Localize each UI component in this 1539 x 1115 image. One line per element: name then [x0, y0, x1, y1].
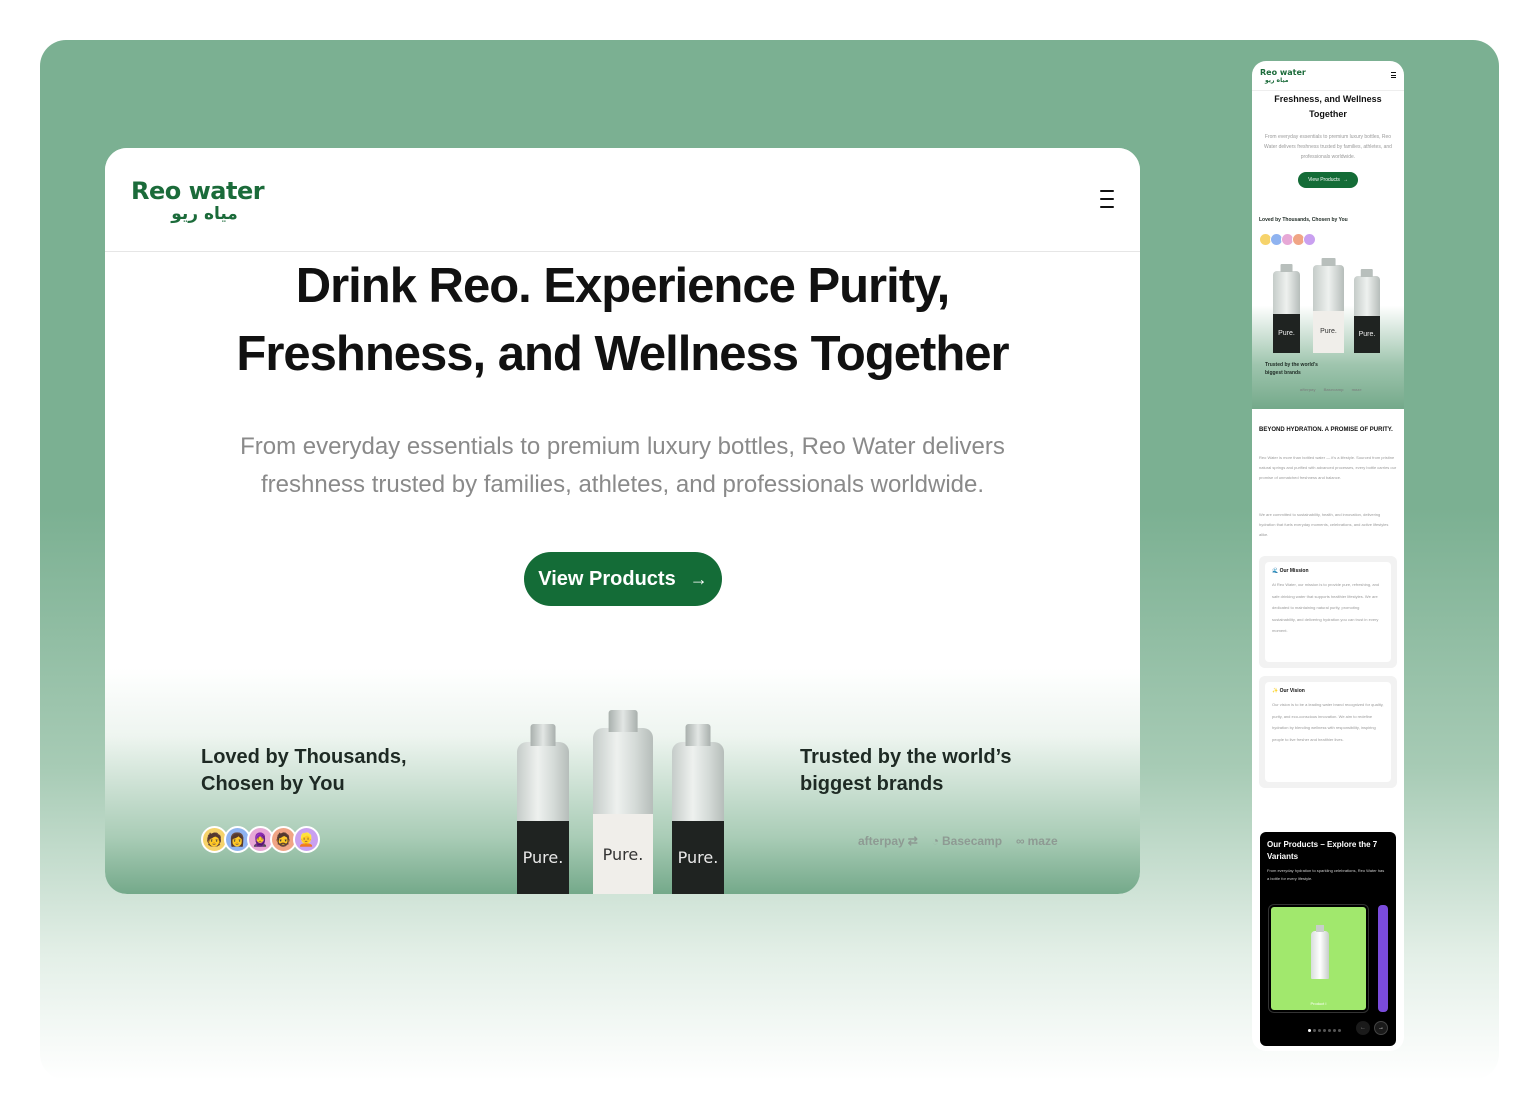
products-subtitle: From everyday hydration to sparkling cel…	[1267, 868, 1385, 881]
hero-title: Drink Reo. Experience Purity, Freshness,…	[105, 252, 1140, 388]
maze-logo: ∞ maze	[1016, 834, 1058, 848]
trusted-heading: Trusted by the world’s biggest brands	[1265, 361, 1318, 377]
bottle-image: Pure.	[517, 724, 569, 894]
hero-subtitle: From everyday essentials to premium luxu…	[105, 428, 1140, 504]
carousel-dot[interactable]	[1308, 1029, 1311, 1032]
bottle-label: Pure.	[1313, 310, 1344, 353]
trusted-line: Trusted by the world’s	[1265, 362, 1318, 368]
bottle-image: Pure.	[593, 710, 653, 894]
mission-title: 🌊 Our Mission	[1272, 568, 1309, 574]
hero-subtitle-line: From everyday essentials to premium luxu…	[240, 433, 1005, 460]
carousel-prev-button[interactable]: ←	[1356, 1021, 1370, 1035]
mobile-hero-title-line: Together	[1309, 109, 1347, 119]
brand-logo[interactable]: Reo water مياه ريو	[131, 177, 265, 224]
mission-body: At Reo Water, our mission is to provide …	[1272, 582, 1380, 633]
customer-avatars	[1259, 233, 1316, 246]
carousel-dot[interactable]	[1328, 1029, 1331, 1032]
avatar: 👱	[293, 826, 320, 853]
bottle-label: Pure.	[672, 821, 724, 894]
view-products-label: View Products	[1308, 177, 1340, 183]
product-card[interactable]: Product I	[1268, 904, 1369, 1013]
carousel-dot[interactable]	[1338, 1029, 1341, 1032]
arrow-right-icon: →	[689, 568, 708, 589]
mobile-hero-subtitle: From everyday essentials to premium luxu…	[1264, 134, 1392, 160]
basecamp-logo: Basecamp	[1323, 387, 1344, 392]
carousel-dot[interactable]	[1318, 1029, 1321, 1032]
mobile-hero-title: Freshness, and Wellness Together	[1252, 92, 1404, 122]
product-bottle-image	[1311, 925, 1329, 979]
hero-subtitle-line: freshness trusted by families, athletes,…	[260, 471, 985, 498]
carousel-dot[interactable]	[1333, 1029, 1336, 1032]
trusted-line: Trusted by the world’s	[800, 746, 1012, 768]
product-card-label: Product I	[1310, 1001, 1327, 1006]
trusted-line: biggest brands	[1265, 370, 1301, 376]
bottle-label: Pure.	[1273, 313, 1300, 353]
avatar	[1303, 233, 1316, 246]
bottle-label: Pure.	[593, 814, 653, 894]
trusted-line: biggest brands	[800, 773, 944, 795]
site-header: Reo water مياه ريو	[105, 148, 1140, 252]
view-products-button[interactable]: View Products →	[524, 552, 722, 606]
mobile-hero-title-line: Freshness, and Wellness	[1274, 94, 1382, 104]
maze-logo: maze	[1351, 387, 1362, 392]
afterpay-logo: afterpay ⇄	[858, 834, 918, 848]
menu-icon[interactable]	[1100, 190, 1114, 208]
logo-text-en: Reo water	[131, 177, 265, 205]
loved-heading: Loved by Thousands, Chosen by You	[201, 744, 407, 798]
desktop-mockup: Reo water مياه ريو Drink Reo. Experience…	[105, 148, 1140, 894]
view-products-label: View Products	[538, 567, 676, 590]
brand-logo[interactable]: Reo water مياه ريو	[1260, 68, 1306, 85]
beyond-hydration-heading: BEYOND HYDRATION. A PROMISE OF PURITY.	[1259, 427, 1393, 433]
menu-icon[interactable]	[1391, 72, 1396, 78]
basecamp-logo: ◔ Basecamp	[931, 834, 1003, 848]
mobile-header: Reo water مياه ريو	[1252, 61, 1404, 91]
bottle-image: Pure.	[672, 724, 724, 894]
logo-text-ar: مياه ريو	[171, 204, 238, 224]
carousel-next-button[interactable]: →	[1374, 1021, 1388, 1035]
hero-title-line: Freshness, and Wellness Together	[236, 327, 1009, 381]
logo-text-en: Reo water	[1260, 68, 1306, 77]
customer-avatars: 🧑 👩 🧕 🧔 👱	[201, 826, 320, 853]
brand-logos: afterpay ⇄ ◔ Basecamp ∞ maze	[858, 834, 1058, 848]
products-section: Our Products – Explore the 7 Variants Fr…	[1260, 832, 1396, 1046]
vision-body: Our vision is to be a leading water bran…	[1272, 702, 1384, 742]
logo-text-ar: مياه ريو	[1265, 77, 1289, 84]
loved-line: Chosen by You	[201, 773, 345, 795]
mission-card: 🌊 Our Mission At Reo Water, our mission …	[1259, 556, 1397, 668]
vision-card: ✨ Our Vision Our vision is to be a leadi…	[1259, 676, 1397, 788]
beyond-paragraph: We are committed to sustainability, heal…	[1259, 512, 1389, 537]
bottle-image: Pure.	[1354, 269, 1380, 353]
beyond-paragraph: Reo Water is more than bottled water — i…	[1259, 455, 1397, 480]
loved-heading: Loved by Thousands, Chosen by You	[1259, 217, 1348, 223]
brand-logos: afterpay Basecamp maze	[1300, 387, 1362, 392]
product-card-next[interactable]	[1378, 905, 1388, 1012]
carousel-dot[interactable]	[1323, 1029, 1326, 1032]
view-products-button[interactable]: View Products →	[1298, 172, 1358, 188]
hero-title-line: Drink Reo. Experience Purity,	[295, 259, 951, 313]
mobile-mockup: Reo water مياه ريو Freshness, and Wellne…	[1252, 61, 1404, 1051]
products-title: Our Products – Explore the 7 Variants	[1267, 840, 1378, 861]
bottle-label: Pure.	[1354, 316, 1380, 353]
loved-line: Loved by Thousands,	[201, 746, 407, 768]
bottle-image: Pure.	[1273, 264, 1300, 353]
carousel-dots	[1308, 1029, 1341, 1032]
vision-title: ✨ Our Vision	[1272, 688, 1305, 694]
bottle-image: Pure.	[1313, 258, 1344, 353]
carousel-dot[interactable]	[1313, 1029, 1316, 1032]
afterpay-logo: afterpay	[1300, 387, 1316, 392]
bottle-label: Pure.	[517, 821, 569, 894]
arrow-right-icon: →	[1342, 177, 1348, 183]
trusted-heading: Trusted by the world’s biggest brands	[800, 744, 1012, 798]
